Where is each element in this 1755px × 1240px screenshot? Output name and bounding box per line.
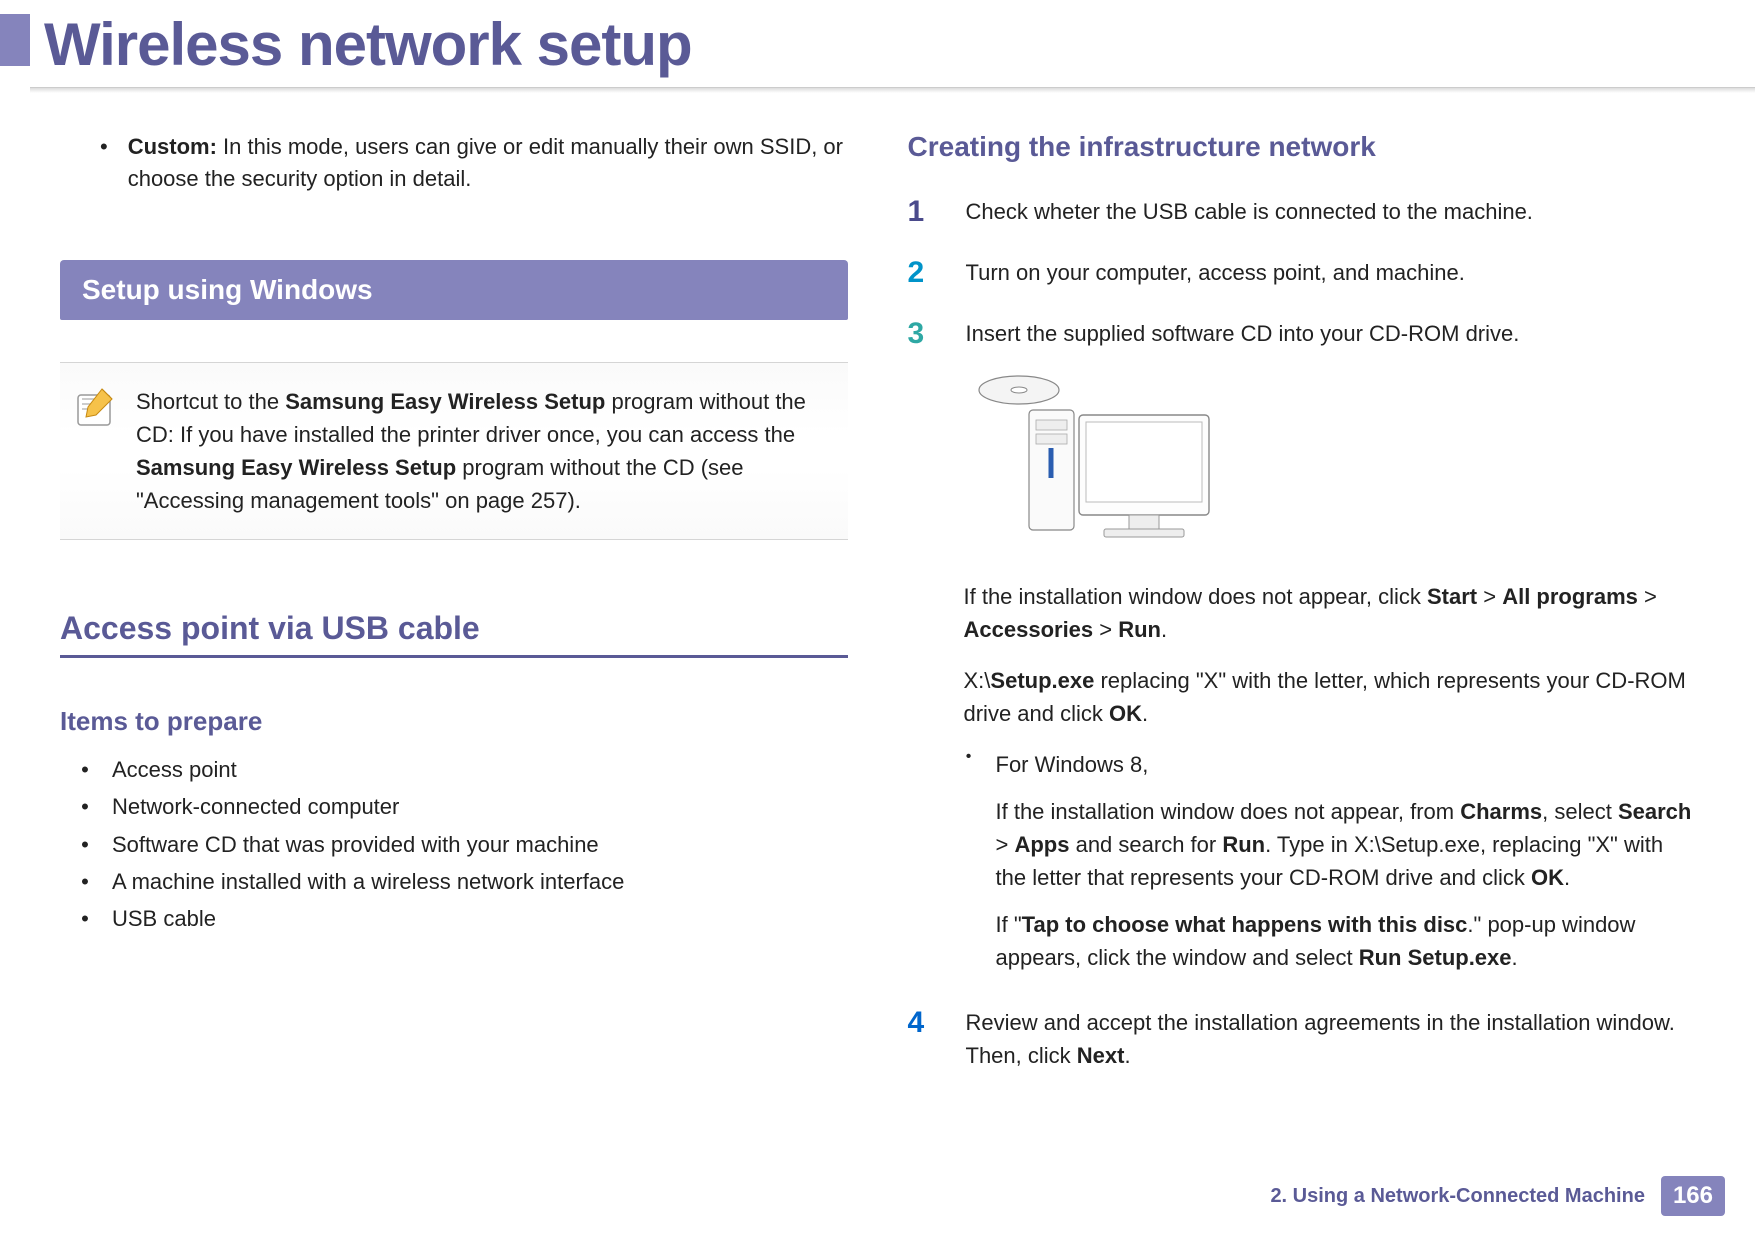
list-item: • Access point: [80, 751, 848, 788]
step-number-2: 2: [908, 256, 938, 289]
b: Run: [1118, 617, 1161, 642]
item-text: Access point: [112, 751, 237, 788]
t: If the installation window does not appe…: [996, 799, 1461, 824]
t: If ": [996, 912, 1022, 937]
step-1: 1 Check wheter the USB cable is connecte…: [908, 195, 1696, 228]
header: Wireless network setup: [0, 0, 1755, 93]
note-text: Shortcut to the Samsung Easy Wireless Se…: [136, 385, 830, 517]
step-3-followup-2: X:\Setup.exe replacing "X" with the lett…: [908, 664, 1696, 730]
step-2-text: Turn on your computer, access point, and…: [966, 256, 1696, 289]
bullet-icon: •: [964, 748, 974, 974]
b: OK: [1109, 701, 1142, 726]
b: Search: [1618, 799, 1691, 824]
bullet-icon: •: [80, 826, 90, 863]
b: Tap to choose what happens with this dis…: [1022, 912, 1468, 937]
right-column: Creating the infrastructure network 1 Ch…: [908, 131, 1696, 1100]
item-text: Software CD that was provided with your …: [112, 826, 599, 863]
header-accent: [0, 14, 30, 66]
b: All programs: [1502, 584, 1638, 609]
step-3-text: Insert the supplied software CD into you…: [966, 317, 1696, 350]
note-b2: Samsung Easy Wireless Setup: [136, 455, 456, 480]
section-setup-windows: Setup using Windows: [60, 260, 848, 320]
footer-chapter: 2. Using a Network-Connected Machine: [1270, 1185, 1645, 1208]
t: .: [1564, 865, 1570, 890]
page-title: Wireless network setup: [30, 10, 1755, 79]
b: Run: [1222, 832, 1265, 857]
t: .: [1161, 617, 1167, 642]
list-item: • USB cable: [80, 900, 848, 937]
step-3: 3 Insert the supplied software CD into y…: [908, 317, 1696, 350]
win8-p2: If "Tap to choose what happens with this…: [996, 908, 1696, 974]
bullet-icon: •: [100, 131, 108, 195]
b: Accessories: [964, 617, 1094, 642]
b: Next: [1077, 1043, 1125, 1068]
t: .: [1142, 701, 1148, 726]
header-rule: [30, 87, 1755, 93]
step-number-4: 4: [908, 1006, 938, 1072]
t: >: [1638, 584, 1657, 609]
item-text: A machine installed with a wireless netw…: [112, 863, 624, 900]
t: .: [1124, 1043, 1130, 1068]
win8-bullet: • For Windows 8, If the installation win…: [908, 748, 1696, 974]
step-number-1: 1: [908, 195, 938, 228]
note-pre: Shortcut to the: [136, 389, 285, 414]
step-4: 4 Review and accept the installation agr…: [908, 1006, 1696, 1072]
content-area: • Custom: In this mode, users can give o…: [0, 93, 1755, 1100]
infra-heading: Creating the infrastructure network: [908, 131, 1696, 163]
list-item: • A machine installed with a wireless net…: [80, 863, 848, 900]
b: Charms: [1460, 799, 1542, 824]
b: Start: [1427, 584, 1477, 609]
step-2: 2 Turn on your computer, access point, a…: [908, 256, 1696, 289]
t: >: [1477, 584, 1502, 609]
custom-mode-text: Custom: In this mode, users can give or …: [128, 131, 848, 195]
t: If the installation window does not appe…: [964, 584, 1428, 609]
custom-mode-bullet: • Custom: In this mode, users can give o…: [60, 131, 848, 195]
b: Setup.exe: [990, 668, 1094, 693]
win8-p1: If the installation window does not appe…: [996, 795, 1696, 894]
usb-heading: Access point via USB cable: [60, 610, 848, 658]
step-1-text: Check wheter the USB cable is connected …: [966, 195, 1696, 228]
b: Run Setup.exe: [1359, 945, 1512, 970]
t: and search for: [1069, 832, 1222, 857]
step-4-text: Review and accept the installation agree…: [966, 1006, 1696, 1072]
page-number: 166: [1661, 1176, 1725, 1216]
t: , select: [1542, 799, 1618, 824]
footer: 2. Using a Network-Connected Machine 166: [1270, 1176, 1725, 1216]
list-item: • Network-connected computer: [80, 788, 848, 825]
item-text: Network-connected computer: [112, 788, 399, 825]
step-3-followup-1: If the installation window does not appe…: [908, 580, 1696, 646]
bullet-icon: •: [80, 751, 90, 788]
note-box: Shortcut to the Samsung Easy Wireless Se…: [60, 362, 848, 540]
items-list: • Access point • Network-connected compute…: [60, 751, 848, 938]
bullet-icon: •: [80, 900, 90, 937]
cd-computer-illustration: [964, 360, 1224, 560]
left-column: • Custom: In this mode, users can give o…: [60, 131, 848, 1100]
t: Review and accept the installation agree…: [966, 1010, 1675, 1068]
bullet-icon: •: [80, 788, 90, 825]
list-item: • Software CD that was provided with your…: [80, 826, 848, 863]
win8-label: For Windows 8,: [996, 748, 1696, 781]
step-number-3: 3: [908, 317, 938, 350]
custom-label: Custom:: [128, 134, 217, 159]
note-icon: [72, 385, 118, 431]
t: X:\: [964, 668, 991, 693]
b: OK: [1531, 865, 1564, 890]
t: .: [1512, 945, 1518, 970]
t: >: [996, 832, 1015, 857]
item-text: USB cable: [112, 900, 216, 937]
bullet-icon: •: [80, 863, 90, 900]
t: >: [1093, 617, 1118, 642]
items-heading: Items to prepare: [60, 706, 848, 737]
b: Apps: [1014, 832, 1069, 857]
note-b1: Samsung Easy Wireless Setup: [285, 389, 605, 414]
win8-body: For Windows 8, If the installation windo…: [996, 748, 1696, 974]
custom-rest: In this mode, users can give or edit man…: [128, 134, 843, 191]
